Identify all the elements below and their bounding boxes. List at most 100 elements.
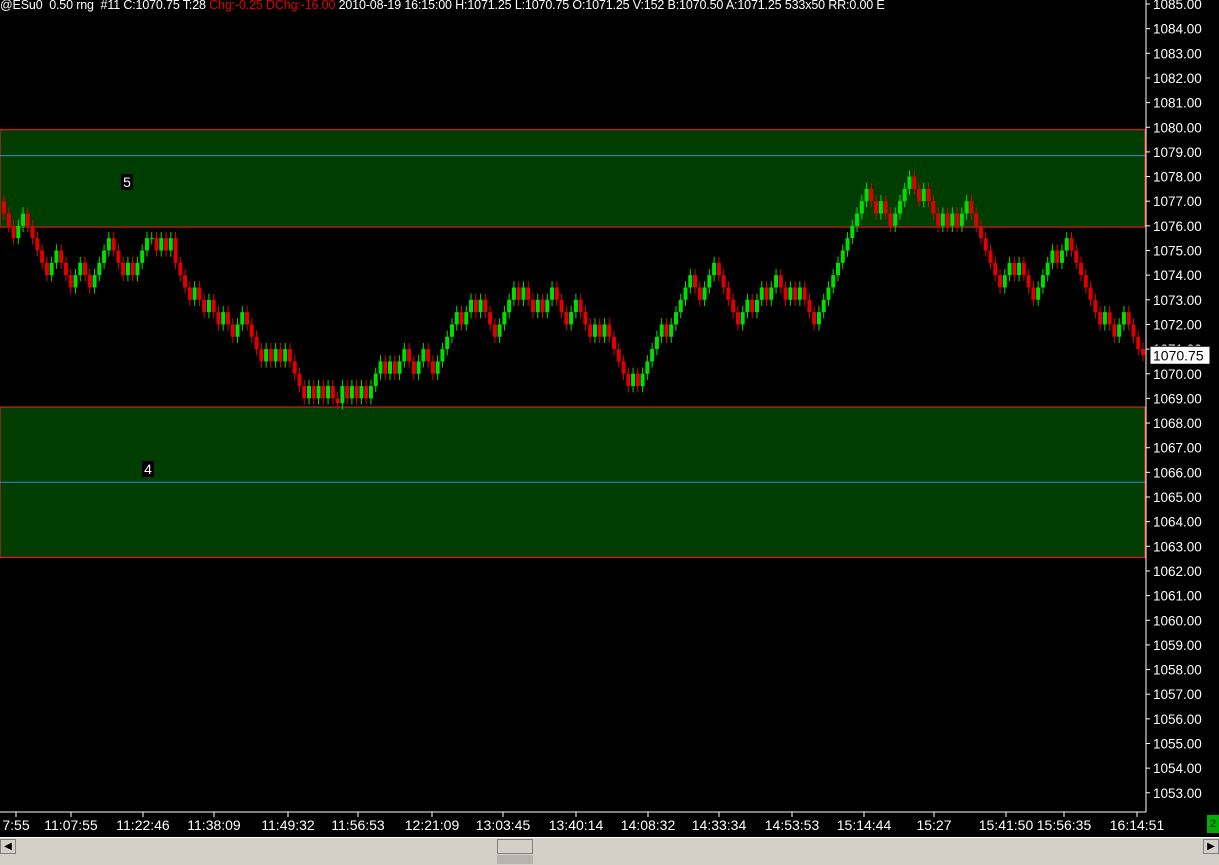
candle-body (874, 201, 879, 214)
candle-body (621, 361, 626, 374)
bid-ask-size: 533x50 (784, 0, 825, 12)
price-tick-label: 1085.00 (1153, 0, 1202, 12)
candle-body (225, 312, 230, 325)
corner-status-badge[interactable]: 2 (1207, 815, 1219, 833)
candle-body (735, 312, 740, 325)
scroll-grip[interactable] (497, 855, 533, 864)
candle-body (545, 299, 550, 313)
bar-number: #11 (100, 0, 121, 12)
candle-body (264, 349, 269, 362)
candle-body (125, 262, 130, 276)
candle-body (783, 287, 788, 300)
candle-body (902, 188, 907, 202)
time-tick-label: 11:49:32 (261, 817, 315, 833)
candle-body (1121, 312, 1126, 325)
candle-body (716, 262, 721, 276)
candle-body (664, 324, 669, 337)
candle-body (816, 312, 821, 325)
candle-body (192, 287, 197, 300)
candle-body (759, 287, 764, 300)
candle-body (373, 373, 378, 387)
candle-body (659, 324, 664, 337)
price-chart[interactable]: 54 1085.001084.001083.001082.001081.0010… (0, 0, 1219, 865)
candle-body (249, 324, 254, 337)
candle-body (788, 287, 793, 300)
price-tick-label: 1060.00 (1153, 613, 1202, 628)
candle-body (302, 386, 307, 399)
candle-body (1074, 250, 1079, 263)
scrollbar-thumb[interactable] (497, 839, 533, 854)
change-value: Chg:-0.25 (209, 0, 263, 12)
candle-body (864, 188, 869, 202)
candle-body (774, 275, 779, 288)
candle-body (835, 262, 840, 276)
price-tick-label: 1084.00 (1153, 22, 1202, 37)
candle-body (530, 299, 535, 313)
candle-body (16, 225, 21, 239)
time-tick-label: 13:03:45 (476, 817, 531, 833)
high-value: H:1071.25 (455, 0, 512, 12)
candle-body (330, 386, 335, 399)
candle-body (754, 299, 759, 313)
chart-header: @ESu0 0.50 rng #11 C:1070.75 T:28 Chg:-0… (0, 0, 885, 12)
price-tick-label: 1078.00 (1153, 170, 1202, 185)
candle-body (1136, 336, 1141, 350)
price-tick-label: 1063.00 (1153, 539, 1202, 554)
candle-body (321, 386, 326, 399)
price-axis[interactable]: 1085.00 1084.00 1083.00 1082.00 1081.00 1080.… (1145, 0, 1211, 812)
candle-body (316, 386, 321, 399)
candle-body (297, 373, 302, 387)
time-tick-label: 15:41:50 (979, 817, 1034, 833)
candle-body (588, 324, 593, 337)
low-value: L:1070.75 (514, 0, 570, 12)
candle-body (478, 299, 483, 313)
candle-body (407, 349, 412, 362)
candle-body (607, 324, 612, 337)
candle-body (25, 213, 30, 226)
scroll-left-button[interactable]: ◀ (0, 839, 16, 854)
candle-body (483, 299, 488, 313)
zone-label-4: 4 (144, 461, 152, 477)
candle-body (1131, 324, 1136, 337)
candle-body (769, 287, 774, 300)
price-tick-label: 1083.00 (1153, 46, 1202, 61)
price-tick-label: 1057.00 (1153, 687, 1202, 702)
candle-body (259, 349, 264, 362)
candle-body (1098, 312, 1103, 325)
candle-body (802, 287, 807, 300)
candle-body (1036, 287, 1041, 300)
candle-body (92, 275, 97, 288)
candle-body (731, 299, 736, 313)
candle-body (116, 250, 121, 263)
candle-body (21, 213, 26, 226)
scroll-right-button[interactable]: ▶ (1203, 839, 1219, 854)
candle-body (488, 312, 493, 325)
candle-body (612, 336, 617, 350)
candle-body (340, 386, 345, 404)
candle-body (1126, 312, 1131, 325)
candle-body (445, 336, 450, 350)
candle-body (1112, 324, 1117, 337)
bottom-scroll-strip[interactable] (0, 854, 1219, 865)
candle-body (59, 250, 64, 263)
horizontal-scrollbar[interactable]: ◀ ▶ (0, 837, 1219, 854)
candle-body (869, 188, 874, 202)
open-value: O:1071.25 (572, 0, 630, 12)
candle-body (1040, 275, 1045, 288)
candle-body (1021, 262, 1026, 276)
candle-body (564, 312, 569, 325)
candle-body (97, 262, 102, 276)
bar-datetime: 2010-08-19 16:15:00 (338, 0, 452, 12)
candle-body (616, 349, 621, 362)
candle-body (897, 201, 902, 214)
candle-body (955, 213, 960, 226)
candle-body (688, 275, 693, 288)
candle-body (1031, 287, 1036, 300)
candle-body (669, 324, 674, 337)
candle-body (144, 238, 149, 251)
candle-body (511, 287, 516, 300)
candle-body (254, 336, 259, 350)
daily-change-value: DChg:-16.00 (266, 0, 336, 12)
candle-body (812, 312, 817, 325)
candle-body (1007, 262, 1012, 276)
